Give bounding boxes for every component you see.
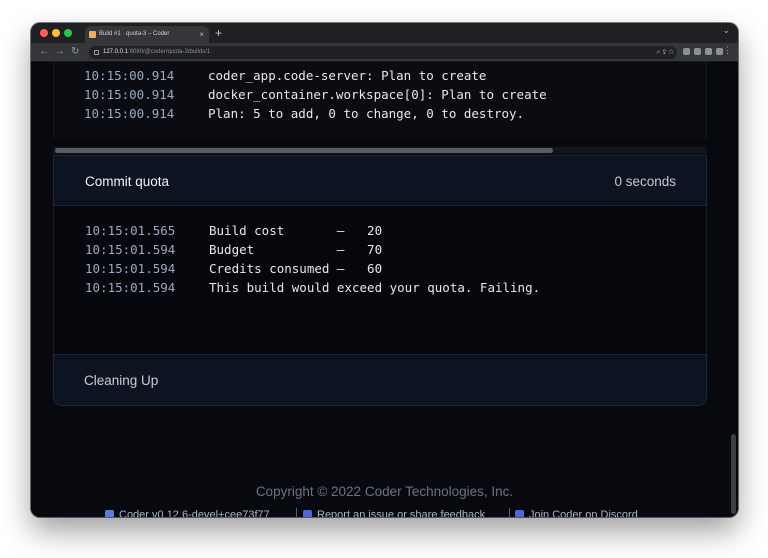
- log-message: Plan: 5 to add, 0 to change, 0 to destro…: [208, 106, 525, 121]
- copyright-text: Copyright © 2022 Coder Technologies, Inc…: [255, 484, 514, 499]
- divider: [509, 508, 510, 517]
- extension-icon[interactable]: [694, 48, 701, 55]
- step-header-cleaning-up[interactable]: Cleaning Up: [53, 354, 707, 406]
- log-message: docker_container.workspace[0]: Plan to c…: [208, 87, 547, 102]
- step-duration: 0 seconds: [614, 174, 676, 189]
- profile-avatar-icon[interactable]: [716, 48, 723, 55]
- horizontal-scrollbar-thumb[interactable]: [55, 148, 553, 153]
- step-title: Cleaning Up: [84, 373, 159, 388]
- maximize-window-button[interactable]: [64, 29, 72, 37]
- tab-close-icon[interactable]: ×: [199, 26, 204, 43]
- log-message: Credits consumed — 60: [209, 261, 383, 276]
- url-host: 127.0.0.1: [103, 49, 129, 55]
- log-timestamp: 10:15:01.594: [85, 280, 176, 295]
- discord-link[interactable]: Join Coder on Discord: [529, 509, 638, 517]
- discord-icon: [515, 510, 524, 517]
- site-info-icon[interactable]: [94, 50, 99, 55]
- close-window-button[interactable]: [40, 29, 48, 37]
- log-message: This build would exceed your quota. Fail…: [209, 280, 541, 295]
- log-timestamp: 10:15:01.594: [85, 261, 176, 276]
- horizontal-scrollbar[interactable]: [53, 147, 707, 154]
- extension-icon[interactable]: [683, 48, 690, 55]
- tab-title: Build #1 · quota-3 – Coder: [99, 31, 170, 37]
- previous-step-logs: 10:15:00.914 coder_app.code-server: Plan…: [53, 62, 707, 138]
- tab-strip: Build #1 · quota-3 – Coder × + ⌄: [31, 23, 738, 43]
- log-message: coder_app.code-server: Plan to create: [208, 68, 487, 83]
- vertical-scrollbar-thumb[interactable]: [731, 434, 736, 514]
- browser-tab[interactable]: Build #1 · quota-3 – Coder ×: [85, 26, 209, 43]
- report-issue-icon: [303, 510, 312, 517]
- omnibox-action-icons[interactable]: ⌕ ⇪ ☆: [657, 46, 674, 59]
- coder-favicon-icon: [89, 31, 96, 38]
- log-timestamp: 10:15:00.914: [84, 87, 175, 102]
- browser-toolbar: ← → ↻ 127.0.0.1:8080/@coder/quota-3/buil…: [31, 43, 738, 62]
- log-timestamp: 10:15:00.914: [84, 68, 175, 83]
- step-header-commit-quota[interactable]: Commit quota 0 seconds: [53, 155, 707, 206]
- report-issue-link[interactable]: Report an issue or share feedback: [317, 509, 485, 517]
- log-timestamp: 10:15:00.914: [84, 106, 175, 121]
- tab-search-icon[interactable]: ⌄: [722, 25, 730, 36]
- step-logs: 10:15:01.565 Build cost — 20 10:15:01.59…: [53, 206, 707, 354]
- version-link[interactable]: Coder v0.12.6-devel+cee73f77: [119, 509, 270, 517]
- log-timestamp: 10:15:01.565: [85, 223, 176, 238]
- browser-window: Build #1 · quota-3 – Coder × + ⌄ ← → ↻ 1…: [31, 23, 738, 517]
- coder-logo-icon: [105, 510, 114, 517]
- extension-icon[interactable]: [705, 48, 712, 55]
- browser-menu-icon[interactable]: ⋮: [723, 45, 732, 56]
- back-icon[interactable]: ←: [39, 45, 49, 59]
- log-message: Build cost — 20: [209, 223, 383, 238]
- build-page: 10:15:00.914 coder_app.code-server: Plan…: [31, 62, 738, 517]
- log-message: Budget — 70: [209, 242, 383, 257]
- url-path: :8080/@coder/quota-3/builds/1: [128, 49, 211, 55]
- minimize-window-button[interactable]: [52, 29, 60, 37]
- divider: [296, 508, 297, 517]
- step-title: Commit quota: [85, 174, 170, 189]
- forward-icon[interactable]: →: [55, 45, 65, 59]
- new-tab-button[interactable]: +: [215, 24, 222, 42]
- address-bar[interactable]: 127.0.0.1:8080/@coder/quota-3/builds/1 ⌕…: [89, 46, 677, 59]
- log-timestamp: 10:15:01.594: [85, 242, 176, 257]
- reload-icon[interactable]: ↻: [71, 45, 79, 59]
